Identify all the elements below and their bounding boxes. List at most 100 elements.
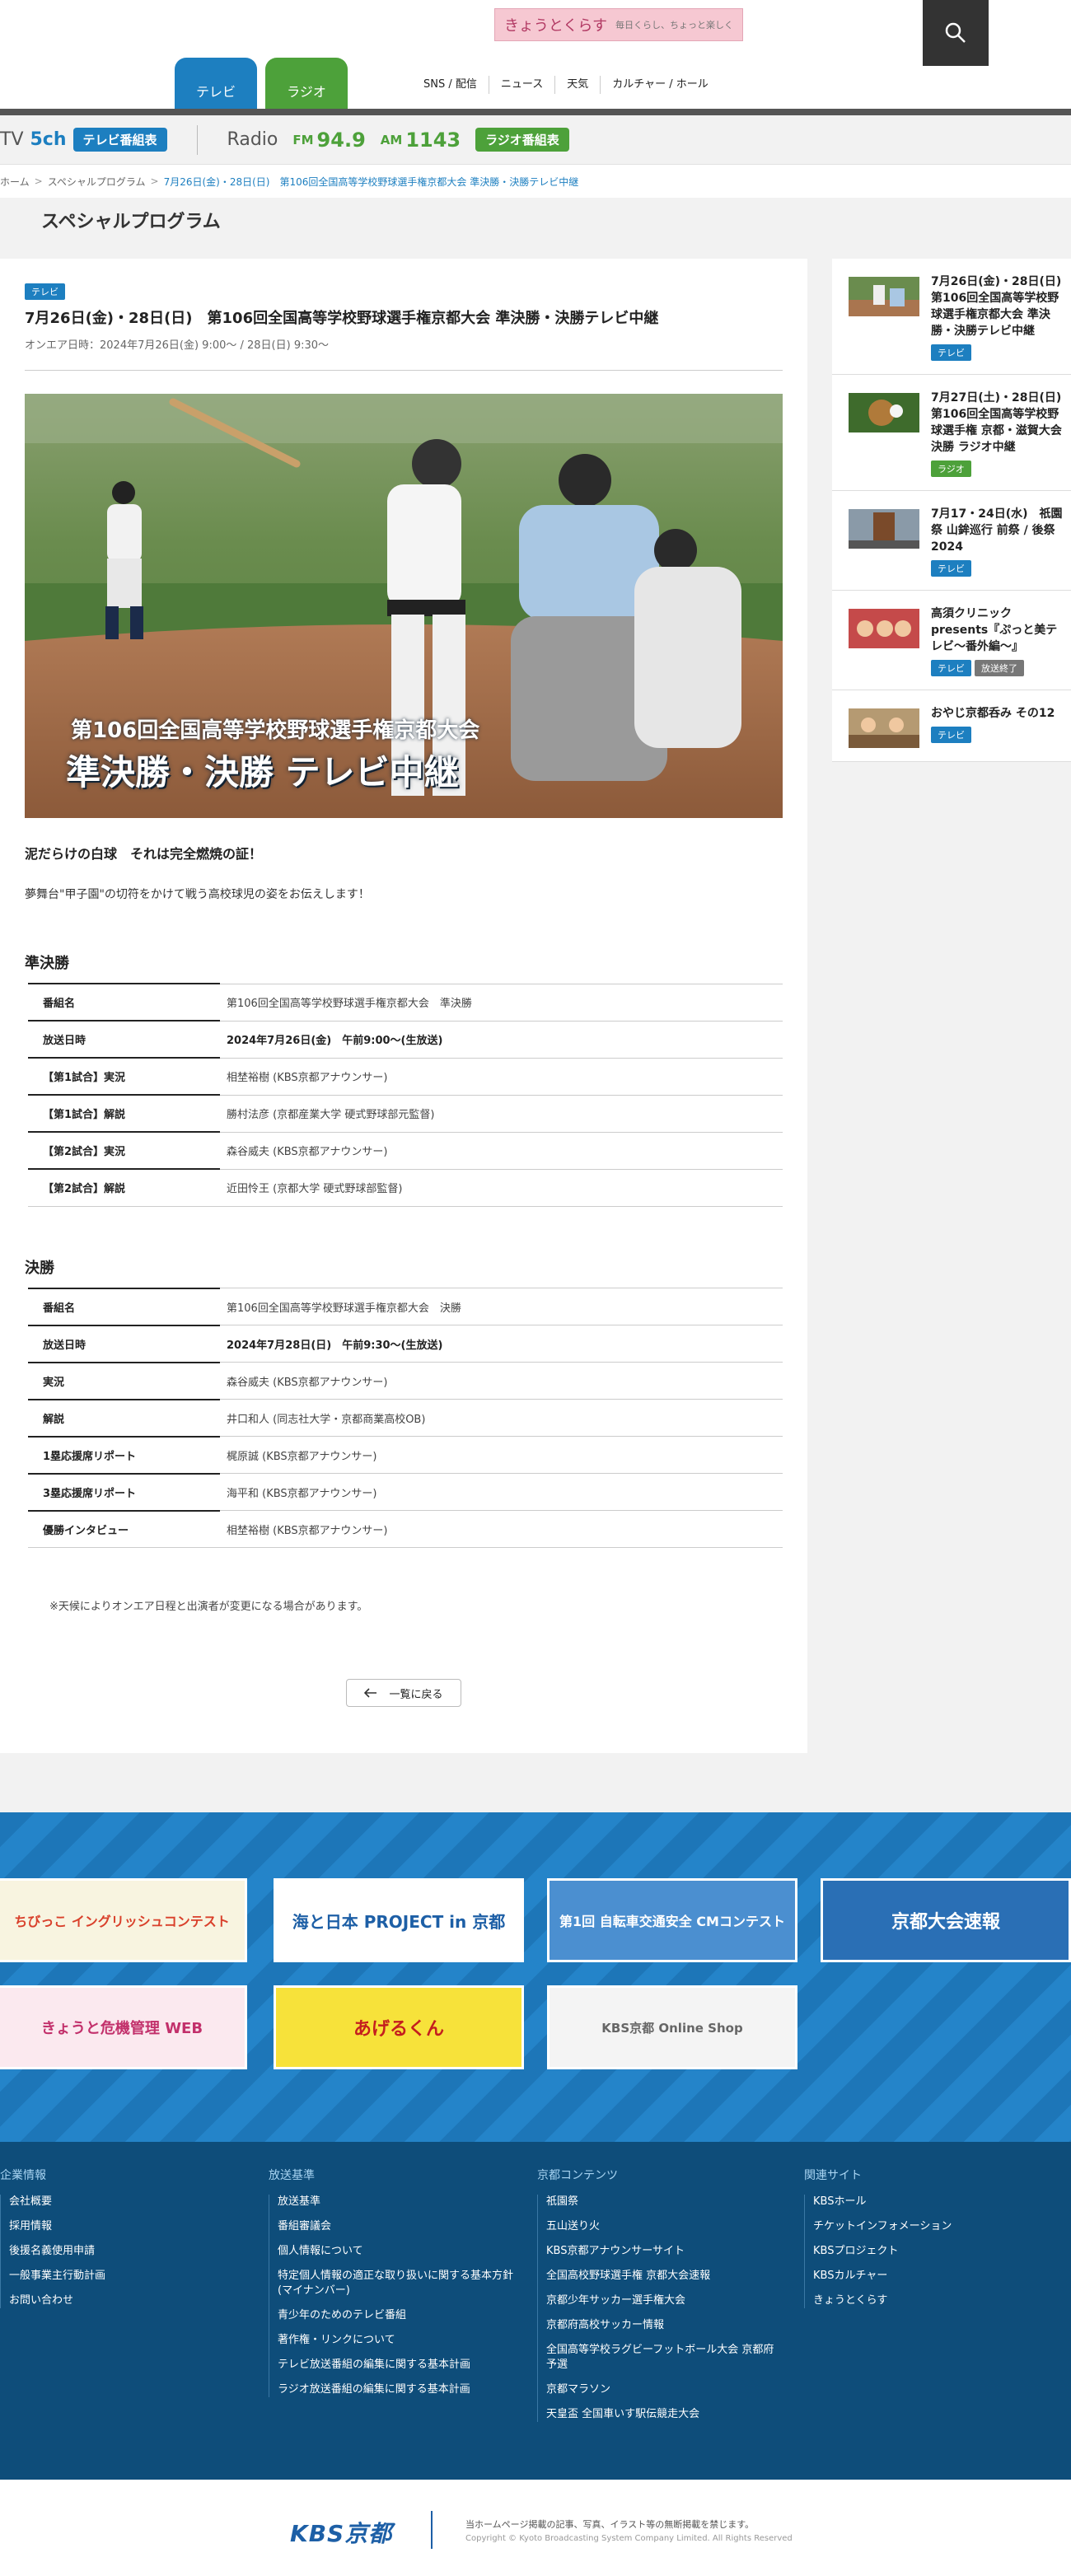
row-key: 番組名 xyxy=(25,983,220,1021)
back-to-list-button[interactable]: 一覧に戻る xyxy=(346,1679,461,1707)
table-row: 【第2試合】実況 森谷威夫 (KBS京都アナウンサー) xyxy=(25,1131,783,1169)
footer-link[interactable]: 会社概要 xyxy=(9,2195,247,2209)
sidebar-title: おやじ京都呑み その12 xyxy=(931,707,1055,720)
sidebar-item[interactable]: 7月17・24日(水) 祇園祭 山鉾巡行 前祭 / 後祭 2024 テレビ xyxy=(832,491,1071,591)
tab-tv[interactable]: テレビ xyxy=(175,58,257,109)
breadcrumb-current: 第106回全国高等学校野球選手権京都大会 準決勝・決勝テレビ中継 xyxy=(279,175,579,188)
table-row: 放送日時 2024年7月28日(日) 午前9:30〜(生放送) xyxy=(25,1324,783,1363)
footer-link[interactable]: ラジオ放送番組の編集に関する基本計画 xyxy=(278,2382,516,2397)
article: テレビ 7月26日(金)・28日(日) 第106回全国高等学校野球選手権京都大会… xyxy=(0,259,807,1753)
search-button[interactable] xyxy=(923,0,989,66)
row-value: 近田怜王 (京都大学 硬式野球部監督) xyxy=(220,1168,783,1207)
badge-tv: テレビ xyxy=(931,660,971,676)
am-frequency: 1143 xyxy=(405,128,461,152)
hero-caption-title: 準決勝・決勝 テレビ中継 xyxy=(66,752,459,792)
sidebar-item[interactable]: おやじ京都呑み その12 テレビ xyxy=(832,690,1071,762)
banner-section: ちびっこ イングリッシュコンテスト 海と日本 PROJECT in 京都 第1回… xyxy=(0,1812,1071,2142)
footer-link[interactable]: 祇園祭 xyxy=(546,2195,784,2209)
banner-online-shop[interactable]: KBS京都 Online Shop xyxy=(547,1985,797,2069)
banner-agerukun[interactable]: あげるくん xyxy=(274,1985,524,2069)
footer-link[interactable]: お問い合わせ xyxy=(9,2293,247,2308)
footer-col-kyoto-content: 京都コンテンツ 祇園祭 五山送り火 KBS京都アナウンサーサイト 全国高校野球選… xyxy=(537,2167,784,2432)
footer-link[interactable]: 青少年のためのテレビ番組 xyxy=(278,2308,516,2323)
banner-kiki-kanri-web[interactable]: きょうと危機管理 WEB xyxy=(0,1985,247,2069)
logo-text: きょうとくらす xyxy=(503,17,608,35)
breadcrumb-dates: 7月26日(金)・28日(日) xyxy=(163,175,270,188)
table-row: 実況 森谷威夫 (KBS京都アナウンサー) xyxy=(25,1361,783,1400)
footer-link[interactable]: 番組審議会 xyxy=(278,2219,516,2234)
onair-datetime: オンエア日時：2024年7月26日(金) 9:00〜 / 28日(日) 9:30… xyxy=(25,336,783,371)
row-value: 森谷威夫 (KBS京都アナウンサー) xyxy=(220,1362,783,1400)
nav-sns[interactable]: SNS / 配信 xyxy=(412,76,489,94)
table-row: 番組名 第106回全国高等学校野球選手権京都大会 決勝 xyxy=(25,1287,783,1325)
nav-weather[interactable]: 天気 xyxy=(555,76,601,94)
sidebar-item[interactable]: 7月26日(金)・28日(日) 第106回全国高等学校野球選手権京都大会 準決勝… xyxy=(832,259,1071,375)
footer-link[interactable]: KBS京都アナウンサーサイト xyxy=(546,2244,784,2259)
copyright-divider xyxy=(431,2511,433,2549)
row-key: 【第1試合】解説 xyxy=(25,1094,220,1132)
footer-link[interactable]: 全国高校野球選手権 京都大会速報 xyxy=(546,2269,784,2284)
banner-cycling-cm-contest[interactable]: 第1回 自転車交通安全 CMコンテスト xyxy=(547,1878,797,1962)
footer-link[interactable]: 個人情報について xyxy=(278,2244,516,2259)
footer-link[interactable]: 全国高等学校ラグビーフットボール大会 京都府予選 xyxy=(546,2343,784,2373)
banner-kyoto-tournament-results[interactable]: 京都大会速報 xyxy=(821,1878,1071,1962)
site-header: きょうとくらす 毎日くらし、ちょっと楽しく テレビ ラジオ SNS / 配信 ニ… xyxy=(0,0,1071,115)
footer-link[interactable]: 京都少年サッカー選手権大会 xyxy=(546,2293,784,2308)
footer-link[interactable]: 京都府高校サッカー情報 xyxy=(546,2318,784,2333)
footer-link[interactable]: KBSカルチャー xyxy=(813,2269,1051,2284)
main-area: スペシャルプログラム テレビ 7月26日(金)・28日(日) 第106回全国高等… xyxy=(0,198,1071,1812)
banner-umi-to-nippon[interactable]: 海と日本 PROJECT in 京都 xyxy=(274,1878,524,1962)
footer-col-related: 関連サイト KBSホール チケットインフォメーション KBSプロジェクト KBS… xyxy=(804,2167,1051,2318)
footer-link[interactable]: 一般事業主行動計画 xyxy=(9,2269,247,2284)
thumbnail xyxy=(849,609,919,648)
footer-link[interactable]: 特定個人情報の適正な取り扱いに関する基本方針(マイナンバー) xyxy=(278,2269,516,2298)
tv-guide-button[interactable]: テレビ番組表 xyxy=(72,128,167,152)
row-key: 解説 xyxy=(25,1398,220,1437)
kbs-kyoto-logo[interactable]: KBS京都 xyxy=(290,2516,392,2549)
nav-news[interactable]: ニュース xyxy=(489,76,556,94)
row-key: 3塁応援席リポート xyxy=(25,1472,220,1511)
row-key: 放送日時 xyxy=(25,1324,220,1363)
row-key: 実況 xyxy=(25,1361,220,1400)
footer-link[interactable]: KBSホール xyxy=(813,2195,1051,2209)
footer-link[interactable]: 後援名義使用申請 xyxy=(9,2244,247,2259)
footer-link[interactable]: 放送基準 xyxy=(278,2195,516,2209)
nav-culture[interactable]: カルチャー / ホール xyxy=(601,76,720,94)
footer-link[interactable]: チケットインフォメーション xyxy=(813,2219,1051,2234)
logo-subtext: 毎日くらし、ちょっと楽しく xyxy=(615,20,734,30)
footer-link[interactable]: 京都マラソン xyxy=(546,2382,784,2397)
badge-ended: 放送終了 xyxy=(975,660,1024,676)
footer-link[interactable]: 天皇盃 全国車いす駅伝競走大会 xyxy=(546,2407,784,2422)
badge-tv: テレビ xyxy=(931,727,971,743)
tab-radio[interactable]: ラジオ xyxy=(265,58,348,109)
row-key: 1塁応援席リポート xyxy=(25,1435,220,1474)
table-row: 解説 井口和人 (同志社大学・京都商業高校OB) xyxy=(25,1398,783,1437)
semifinal-table: 番組名 第106回全国高等学校野球選手権京都大会 準決勝 放送日時 2024年7月2… xyxy=(25,983,783,1207)
category-badge: テレビ xyxy=(25,283,65,300)
header-nav: SNS / 配信 ニュース 天気 カルチャー / ホール xyxy=(412,76,720,94)
banner-english-contest[interactable]: ちびっこ イングリッシュコンテスト xyxy=(0,1878,247,1962)
table-row: 1塁応援席リポート 梶原誠 (KBS京都アナウンサー) xyxy=(25,1435,783,1474)
channel-bar: TV 5ch テレビ番組表 Radio FM 94.9 AM 1143 ラジオ番… xyxy=(0,115,1071,165)
site-footer: 企業情報 会社概要 採用情報 後援名義使用申請 一般事業主行動計画 お問い合わせ… xyxy=(0,2142,1071,2480)
table-row: 番組名 第106回全国高等学校野球選手権京都大会 準決勝 xyxy=(25,983,783,1021)
footer-link[interactable]: 五山送り火 xyxy=(546,2219,784,2234)
sidebar-item[interactable]: 高須クリニック presents『ぷっと美テレビ〜番外編〜』 テレビ 放送終了 xyxy=(832,591,1071,690)
tv-channel: 5ch xyxy=(30,129,67,150)
back-label: 一覧に戻る xyxy=(389,1688,443,1701)
footer-link[interactable]: 採用情報 xyxy=(9,2219,247,2234)
kyoto-kurasu-banner[interactable]: きょうとくらす 毎日くらし、ちょっと楽しく xyxy=(494,8,743,41)
footer-link[interactable]: KBSプロジェクト xyxy=(813,2244,1051,2259)
radio-guide-button[interactable]: ラジオ番組表 xyxy=(475,128,569,152)
footer-link[interactable]: テレビ放送番組の編集に関する基本計画 xyxy=(278,2358,516,2373)
footer-link[interactable]: 著作権・リンクについて xyxy=(278,2333,516,2348)
fm-prefix: FM xyxy=(292,132,314,147)
row-value: 相埜裕樹 (KBS京都アナウンサー) xyxy=(220,1057,783,1095)
sidebar-item[interactable]: 7月27日(土)・28日(日) 第106回全国高等学校野球選手権 京都・滋賀大会… xyxy=(832,375,1071,491)
badge-tv: テレビ xyxy=(931,560,971,577)
footer-link[interactable]: きょうとくらす xyxy=(813,2293,1051,2308)
breadcrumb-home[interactable]: ホーム xyxy=(0,175,30,189)
breadcrumb-section[interactable]: スペシャルプログラム xyxy=(48,175,146,189)
row-key: 【第2試合】解説 xyxy=(25,1168,220,1207)
row-key: 【第1試合】実況 xyxy=(25,1057,220,1095)
